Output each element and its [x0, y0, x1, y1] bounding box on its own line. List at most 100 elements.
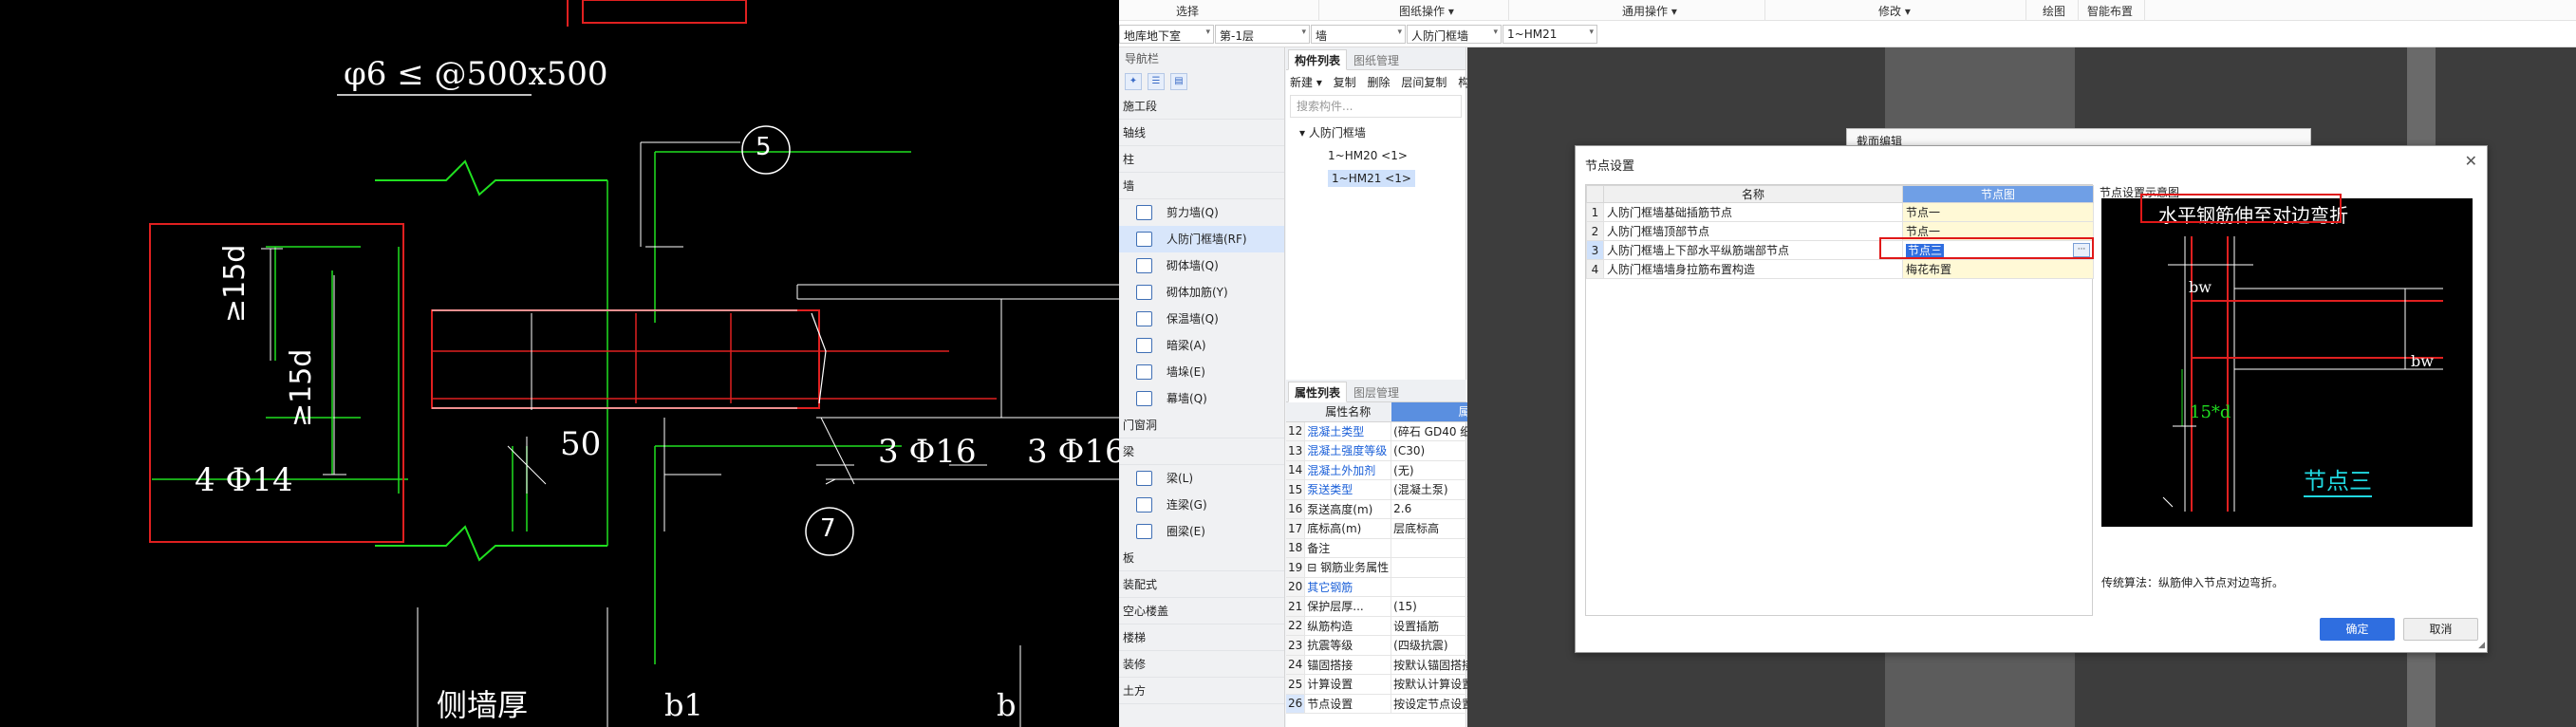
component-tree: ▾ 人防门框墙 1~HM20 <1> 1~HM21 <1>: [1286, 118, 1465, 190]
close-icon[interactable]: ✕: [2465, 152, 2477, 170]
detail-view-icon[interactable]: ▤: [1170, 73, 1187, 90]
nav-item-shear-wall[interactable]: 剪力墙(Q): [1119, 199, 1284, 226]
b-label: b: [997, 687, 1017, 723]
nav-cat-prefab[interactable]: 装配式: [1119, 571, 1284, 598]
node-row[interactable]: 1 人防门框墙基础插筋节点 节点一: [1586, 202, 2094, 222]
cancel-button[interactable]: 取消: [2403, 618, 2478, 641]
cad-drawing: [149, 0, 1119, 727]
component-search-input[interactable]: 搜索构件...: [1290, 95, 1462, 118]
masonry-wall-icon: [1136, 258, 1152, 273]
nav-item-insulation-wall[interactable]: 保温墙(Q): [1119, 306, 1284, 332]
tree-item-hm20[interactable]: 1~HM20 <1>: [1286, 144, 1465, 167]
property-panel: 属性列表 图层管理 属性名称属性值 12混凝土类型(碎石 GD40 细砂水泥42…: [1286, 380, 1560, 727]
bw-label-2: bw: [2411, 352, 2434, 370]
bw-label-1: bw: [2189, 278, 2212, 296]
nav-cat-wall[interactable]: 墙: [1119, 173, 1284, 199]
rebar-4-label: 4 Φ14: [195, 461, 293, 499]
nav-cat-construction[interactable]: 施工段: [1119, 93, 1284, 120]
wall-thickness-label: 侧墙厚: [437, 687, 529, 723]
nav-cat-axis[interactable]: 轴线: [1119, 120, 1284, 146]
node-row[interactable]: 4 人防门框墙墙身拉筋布置构造 梅花布置: [1586, 259, 2094, 279]
pin-icon[interactable]: ✦: [1125, 73, 1142, 90]
tab-drawing-manage[interactable]: 图纸管理: [1347, 49, 1406, 70]
length-label: 15*d: [2190, 402, 2231, 422]
node-settings-dialog: 节点设置 ✕ 名称 节点图 1 人防门框墙基础插筋节点 节点一 2 人防门框墙顶部节点节…: [1575, 145, 2488, 653]
ribbon-select[interactable]: 选择: [1176, 3, 1199, 19]
highlight-box-title: [2140, 194, 2342, 223]
tree-item-hm21[interactable]: 1~HM21 <1>: [1286, 167, 1465, 190]
ribbon-bar: 选择 图纸操作 ▾ 通用操作 ▾ 修改 ▾ 绘图 智能布置: [1119, 0, 2576, 21]
ribbon-drawing-ops[interactable]: 图纸操作 ▾: [1399, 3, 1454, 19]
nav-item-rf-wall[interactable]: 人防门框墙(RF): [1119, 226, 1284, 252]
filter-bar: 地库地下室 ▾ 第-1层 ▾ 墙 ▾ 人防门框墙 ▾ 1~HM21 ▾: [1119, 21, 2576, 47]
nav-cat-column[interactable]: 柱: [1119, 146, 1284, 173]
marker-5-label: 5: [756, 133, 772, 161]
nav-header: 导航栏: [1125, 52, 1160, 65]
wall-pier-icon: [1136, 364, 1152, 380]
type-select[interactable]: 墙 ▾: [1311, 25, 1406, 44]
marker-7-label: 7: [820, 514, 836, 543]
nav-item-wall-pier[interactable]: 墙垛(E): [1119, 359, 1284, 385]
ok-button[interactable]: 确定: [2320, 618, 2395, 641]
floor-select[interactable]: 第-1层 ▾: [1215, 25, 1310, 44]
curtain-wall-icon: [1136, 391, 1152, 406]
tab-component-list[interactable]: 构件列表: [1288, 49, 1348, 70]
nav-item-masonry-rebar[interactable]: 砌体加筋(Y): [1119, 279, 1284, 306]
nav-cat-beam[interactable]: 梁: [1119, 438, 1284, 465]
navigation-panel: 导航栏 ✦ ☰ ▤ 施工段 轴线 柱 墙 剪力墙(Q) 人防门框墙(RF) 砌体…: [1119, 47, 1285, 727]
nav-cat-stairs[interactable]: 楼梯: [1119, 624, 1284, 651]
app-window: 选择 图纸操作 ▾ 通用操作 ▾ 修改 ▾ 绘图 智能布置 地库地下室 ▾ 第-1…: [1119, 0, 2576, 727]
component-select[interactable]: 1~HM21 ▾: [1503, 25, 1597, 44]
tab-property-list[interactable]: 属性列表: [1288, 382, 1348, 402]
b1-label: b1: [664, 687, 703, 723]
insulation-wall-icon: [1136, 311, 1152, 326]
nav-cat-earthwork[interactable]: 土方: [1119, 678, 1284, 704]
nav-cat-decoration[interactable]: 装修: [1119, 651, 1284, 678]
delete-button[interactable]: 删除: [1368, 76, 1391, 89]
highlight-box-cell: [1879, 237, 2094, 259]
nav-cat-hollow-floor[interactable]: 空心楼盖: [1119, 598, 1284, 624]
ribbon-smart-place[interactable]: 智能布置: [2087, 3, 2133, 19]
rf-wall-icon: [1136, 232, 1152, 247]
link-beam-icon: [1136, 497, 1152, 513]
node-name-label: 节点三: [2304, 462, 2372, 497]
nav-item-curtain-wall[interactable]: 幕墙(Q): [1119, 385, 1284, 412]
list-view-icon[interactable]: ☰: [1148, 73, 1165, 90]
masonry-rebar-icon: [1136, 285, 1152, 300]
anchor-label-2: ≥15d: [285, 348, 318, 427]
shear-wall-icon: [1136, 205, 1152, 220]
nav-item-beam[interactable]: 梁(L): [1119, 465, 1284, 492]
rebar-3a-label: 3 Φ16: [878, 433, 977, 471]
hidden-beam-icon: [1136, 338, 1152, 353]
nav-item-ring-beam[interactable]: 圈梁(E): [1119, 518, 1284, 545]
nav-item-masonry-wall[interactable]: 砌体墙(Q): [1119, 252, 1284, 279]
node-preview-image: 水平钢筋伸至对边弯折 bw bw 15*d 节点三: [2101, 198, 2473, 527]
cad-drawing-canvas[interactable]: φ6 ≤ @500x500 5 7 ≥15d ≥15d 4 Φ14 50 3 Φ…: [0, 0, 1126, 727]
dim-50-label: 50: [560, 425, 602, 463]
nav-item-link-beam[interactable]: 连梁(G): [1119, 492, 1284, 518]
preview-note: 传统算法：纵筋伸入节点对边弯折。: [2101, 576, 2285, 589]
building-select[interactable]: 地库地下室 ▾: [1119, 25, 1214, 44]
screen: φ6 ≤ @500x500 5 7 ≥15d ≥15d 4 Φ14 50 3 Φ…: [0, 0, 2576, 727]
subtype-select[interactable]: 人防门框墙 ▾: [1407, 25, 1502, 44]
ribbon-draw[interactable]: 绘图: [2043, 3, 2065, 19]
rebar-3b-label: 3 Φ16: [1027, 433, 1126, 471]
beam-icon: [1136, 471, 1152, 486]
ring-beam-icon: [1136, 524, 1152, 539]
ribbon-general-ops[interactable]: 通用操作 ▾: [1622, 3, 1677, 19]
nav-item-hidden-beam[interactable]: 暗梁(A): [1119, 332, 1284, 359]
copy-button[interactable]: 复制: [1334, 76, 1356, 89]
nav-cat-slab[interactable]: 板: [1119, 545, 1284, 571]
anchor-label-1: ≥15d: [218, 244, 252, 323]
spacing-label: φ6 ≤ @500x500: [344, 55, 608, 93]
tab-layer-manage[interactable]: 图层管理: [1347, 382, 1406, 402]
resize-grip-icon[interactable]: ◢: [2478, 641, 2485, 650]
nav-cat-door-window[interactable]: 门窗洞: [1119, 412, 1284, 438]
floor-copy-button[interactable]: 层间复制: [1401, 76, 1447, 89]
component-panel: 构件列表 图纸管理 新建 ▾ 复制 删除 层间复制 构件存盘 搜索构件... ▾…: [1286, 47, 1560, 727]
dialog-title: 节点设置: [1585, 159, 1635, 174]
ribbon-modify[interactable]: 修改 ▾: [1878, 3, 1911, 19]
new-button[interactable]: 新建 ▾: [1290, 76, 1322, 89]
tree-group[interactable]: ▾ 人防门框墙: [1286, 121, 1465, 144]
component-toolbar: 新建 ▾ 复制 删除 层间复制 构件存盘: [1286, 70, 1503, 95]
